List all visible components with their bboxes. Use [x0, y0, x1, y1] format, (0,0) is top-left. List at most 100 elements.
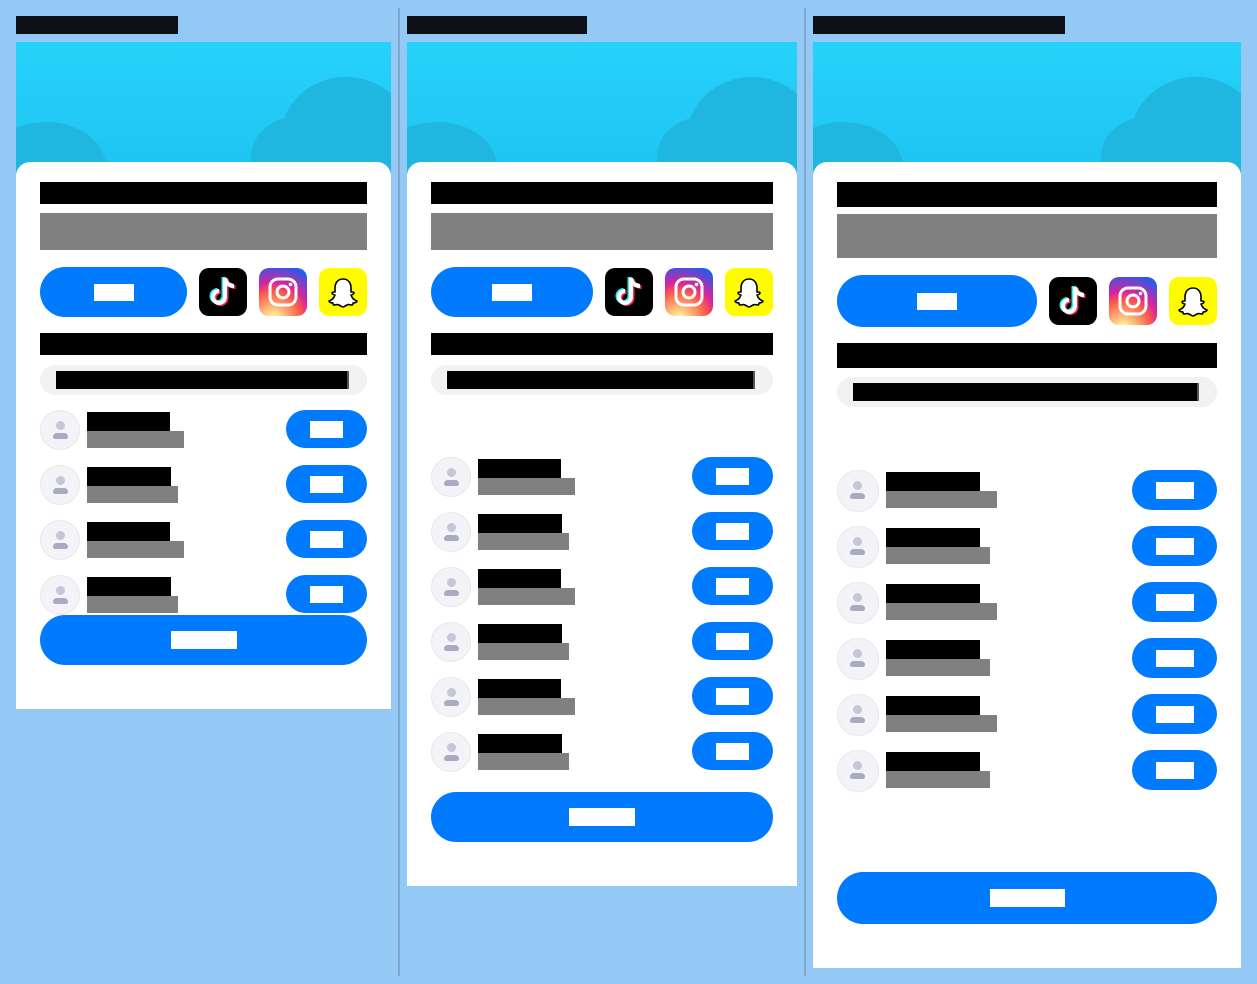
- snapchat-icon[interactable]: [319, 268, 367, 316]
- list-item-name: [886, 696, 980, 715]
- text-caret: [347, 371, 349, 389]
- list-item: [40, 575, 367, 615]
- avatar-head-icon: [853, 649, 862, 658]
- tiktok-icon[interactable]: [605, 268, 653, 316]
- avatar-head-icon: [447, 523, 456, 532]
- avatar-head-icon: [56, 476, 65, 485]
- list-item: [431, 567, 773, 607]
- avatar: [40, 410, 80, 450]
- avatar-head-icon: [447, 633, 456, 642]
- follow-button[interactable]: [692, 677, 773, 715]
- avatar-body-icon: [850, 661, 865, 667]
- continue-button[interactable]: [431, 792, 773, 842]
- text-caret: [1197, 383, 1199, 401]
- share-button-label: [93, 283, 134, 301]
- share-button[interactable]: [431, 267, 593, 317]
- follow-button[interactable]: [1132, 750, 1217, 790]
- list-item-name: [478, 734, 562, 753]
- search-input-value: [853, 383, 1197, 401]
- follow-button[interactable]: [286, 410, 367, 448]
- follow-button-label: [310, 420, 343, 438]
- share-button-label: [492, 283, 532, 301]
- list-item: [431, 677, 773, 717]
- list-item-name: [87, 412, 170, 431]
- snapchat-icon[interactable]: [725, 268, 773, 316]
- instagram-icon[interactable]: [259, 268, 307, 316]
- avatar: [837, 470, 879, 512]
- list-item: [837, 638, 1217, 680]
- follow-button[interactable]: [286, 520, 367, 558]
- follow-button-label: [310, 530, 343, 548]
- text-caret: [753, 371, 755, 389]
- variant-panel: [813, 0, 1241, 984]
- avatar-body-icon: [444, 480, 459, 486]
- list-item-handle: [886, 715, 997, 732]
- section-heading: [40, 333, 367, 355]
- follow-button[interactable]: [1132, 638, 1217, 678]
- search-input[interactable]: [40, 365, 367, 395]
- tiktok-icon[interactable]: [199, 268, 247, 316]
- follow-button[interactable]: [1132, 470, 1217, 510]
- avatar-head-icon: [56, 586, 65, 595]
- list-item-handle: [478, 533, 569, 550]
- avatar-head-icon: [853, 593, 862, 602]
- share-button[interactable]: [837, 275, 1037, 327]
- variant-panel: [16, 0, 391, 984]
- list-item-name: [886, 752, 980, 771]
- list-item-handle: [886, 771, 990, 788]
- follow-button[interactable]: [692, 512, 773, 550]
- list-item-handle: [87, 431, 184, 448]
- friend-list: [40, 410, 367, 615]
- avatar-body-icon: [53, 543, 68, 549]
- avatar-head-icon: [447, 743, 456, 752]
- snapchat-icon[interactable]: [1169, 277, 1217, 325]
- search-input[interactable]: [431, 365, 773, 395]
- list-item: [431, 512, 773, 552]
- search-input[interactable]: [837, 377, 1217, 407]
- continue-button[interactable]: [40, 615, 367, 665]
- list-item-name: [886, 584, 980, 603]
- follow-button[interactable]: [286, 465, 367, 503]
- continue-button[interactable]: [837, 872, 1217, 924]
- list-item-handle: [87, 596, 178, 613]
- instagram-icon[interactable]: [1109, 277, 1157, 325]
- avatar-head-icon: [853, 705, 862, 714]
- section-heading: [837, 343, 1217, 368]
- avatar-head-icon: [853, 481, 862, 490]
- list-item-handle: [886, 603, 997, 620]
- avatar-body-icon: [850, 605, 865, 611]
- follow-button[interactable]: [692, 457, 773, 495]
- tiktok-icon[interactable]: [1049, 277, 1097, 325]
- list-item-name: [478, 679, 561, 698]
- follow-button-label: [716, 687, 749, 705]
- follow-button-label: [716, 577, 749, 595]
- list-item-handle: [886, 659, 990, 676]
- card-subtitle: [40, 213, 367, 250]
- list-item: [837, 582, 1217, 624]
- avatar-head-icon: [853, 537, 862, 546]
- list-item-name: [478, 624, 562, 643]
- follow-button[interactable]: [286, 575, 367, 613]
- continue-button-label: [989, 889, 1065, 907]
- avatar: [837, 526, 879, 568]
- list-item-handle: [886, 491, 997, 508]
- section-heading: [431, 333, 773, 355]
- avatar: [431, 677, 471, 717]
- avatar-body-icon: [850, 717, 865, 723]
- header-banner: [16, 42, 391, 182]
- follow-button[interactable]: [692, 622, 773, 660]
- variant-title: [407, 16, 587, 34]
- follow-button[interactable]: [692, 567, 773, 605]
- share-button[interactable]: [40, 267, 187, 317]
- follow-button[interactable]: [1132, 526, 1217, 566]
- card-heading: [431, 182, 773, 204]
- content-card: [407, 162, 797, 886]
- instagram-icon[interactable]: [665, 268, 713, 316]
- variant-panel: [407, 0, 797, 984]
- follow-button[interactable]: [692, 732, 773, 770]
- list-item: [40, 410, 367, 450]
- follow-button[interactable]: [1132, 694, 1217, 734]
- follow-button[interactable]: [1132, 582, 1217, 622]
- friend-list: [431, 457, 773, 787]
- avatar-body-icon: [444, 645, 459, 651]
